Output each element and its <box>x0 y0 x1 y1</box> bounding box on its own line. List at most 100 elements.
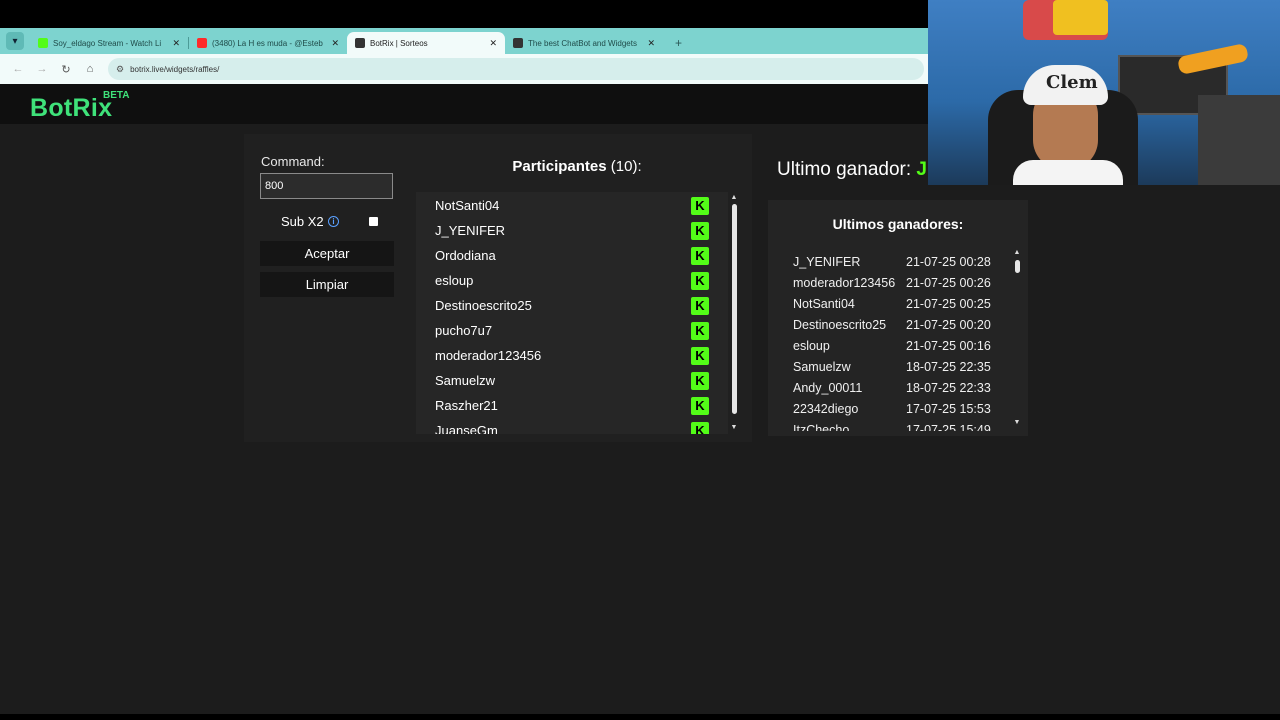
participants-title-text: Participantes <box>512 158 607 175</box>
winner-date: 17-07-25 15:49 <box>906 422 991 432</box>
winner-row: 22342diego 17-07-25 15:53 <box>793 398 1005 419</box>
winner-date: 21-07-25 00:25 <box>906 296 991 311</box>
browser-tab[interactable]: BotRix | Sorteos ✕ <box>347 32 505 54</box>
participant-row: esloup K <box>416 268 728 293</box>
scroll-down-arrow-icon[interactable]: ▼ <box>730 424 738 431</box>
winner-date: 17-07-25 15:53 <box>906 401 991 416</box>
beta-badge: BETA <box>103 90 130 101</box>
winners-scrollbar[interactable]: ▲ ▼ <box>1013 249 1021 431</box>
winner-name: Andy_00011 <box>793 380 863 395</box>
winner-row: esloup 21-07-25 00:16 <box>793 335 1005 356</box>
app-header: BotRix BETA <box>0 84 928 124</box>
last-winner-label: Ultimo ganador: <box>777 159 912 180</box>
tab-close-icon[interactable]: ✕ <box>331 38 339 49</box>
participants-scrollbar[interactable]: ▲ ▼ <box>730 194 738 434</box>
winners-list[interactable]: J_YENIFER 21-07-25 00:28 moderador123456 21… <box>793 251 1005 432</box>
participant-name: Ordodiana <box>435 248 496 263</box>
winners-scroll-up-arrow-icon[interactable]: ▲ <box>1013 249 1021 256</box>
participants-list[interactable]: NotSanti04 K J_YENIFER K Ordodiana Kesloup K De… <box>416 192 728 434</box>
winner-date: 21-07-25 00:28 <box>906 254 991 269</box>
winner-name: esloup <box>793 338 830 353</box>
participant-row: Ordodiana K <box>416 243 728 268</box>
participant-name: Raszher21 <box>435 398 498 413</box>
webcam-overlay: Clem <box>928 0 1280 185</box>
webcam-poster-yellow <box>1053 0 1108 35</box>
browser-tab[interactable]: (3480) La H es muda - @Esteb ✕ <box>189 32 347 54</box>
participant-row: JuanseGm K <box>416 418 728 434</box>
tab-search-chevron-icon[interactable]: ▾ <box>6 32 24 50</box>
browser-tab[interactable]: The best ChatBot and Widgets ✕ <box>505 32 663 54</box>
winner-name: moderador123456 <box>793 275 896 290</box>
browser-tab[interactable]: Soy_eldago Stream - Watch Li ✕ <box>30 32 188 54</box>
tab-label: The best ChatBot and Widgets <box>528 38 637 48</box>
participant-name: Destinoescrito25 <box>435 298 532 313</box>
winner-name: NotSanti04 <box>793 296 855 311</box>
accept-button[interactable]: Aceptar <box>260 241 394 266</box>
participant-name: JuanseGm <box>435 423 498 434</box>
last-winner-name: J <box>916 159 927 180</box>
bottom-strip <box>0 714 1280 720</box>
winner-date: 21-07-25 00:20 <box>906 317 991 332</box>
scroll-up-arrow-icon[interactable]: ▲ <box>730 194 738 201</box>
winners-scroll-thumb[interactable] <box>1015 260 1020 273</box>
home-icon[interactable]: ⌂ <box>80 59 100 79</box>
winner-date: 18-07-25 22:35 <box>906 359 991 374</box>
kick-platform-icon: K <box>691 196 709 215</box>
kick-platform-icon: K <box>691 321 709 340</box>
tab-label: Soy_eldago Stream - Watch Li <box>53 38 162 48</box>
clear-button[interactable]: Limpiar <box>260 272 394 297</box>
botrix-logo[interactable]: BotRix <box>30 94 112 123</box>
tab-close-icon[interactable]: ✕ <box>647 38 655 49</box>
winner-row: J_YENIFER 21-07-25 00:28 <box>793 251 1005 272</box>
url-input[interactable]: ⚙ botrix.live/widgets/raffles/ <box>108 58 924 80</box>
kick-platform-icon: K <box>691 246 709 265</box>
forward-arrow-icon[interactable]: → <box>32 59 52 79</box>
winner-name: 22342diego <box>793 401 859 416</box>
winner-row: Andy_00011 18-07-25 22:33 <box>793 377 1005 398</box>
participants-count: (10): <box>610 158 642 175</box>
participant-row: J_YENIFER K <box>416 218 728 243</box>
winner-name: Samuelzw <box>793 359 851 374</box>
kick-platform-icon: K <box>691 221 709 240</box>
kick-platform-icon: K <box>691 271 709 290</box>
winner-date: 21-07-25 00:16 <box>906 338 991 353</box>
new-tab-button[interactable]: + <box>675 36 682 50</box>
participant-row: moderador123456 K <box>416 343 728 368</box>
kick-platform-icon: K <box>691 396 709 415</box>
participant-row: Samuelzw K <box>416 368 728 393</box>
info-icon[interactable]: i <box>328 216 339 227</box>
participant-row: pucho7u7 K <box>416 318 728 343</box>
participant-row: Destinoescrito25 K <box>416 293 728 318</box>
winner-row: NotSanti04 21-07-25 00:25 <box>793 293 1005 314</box>
winner-row: moderador123456 21-07-25 00:26 <box>793 272 1005 293</box>
tab-close-icon[interactable]: ✕ <box>172 38 180 49</box>
last-winner: Ultimo ganador: J <box>777 159 927 181</box>
webcam-cap-logo: Clem <box>1046 72 1098 93</box>
kick-platform-icon: K <box>691 371 709 390</box>
participant-name: moderador123456 <box>435 348 542 363</box>
winner-date: 21-07-25 00:26 <box>906 275 991 290</box>
reload-icon[interactable]: ↻ <box>56 59 76 79</box>
tab-favicon-icon <box>355 38 365 48</box>
participant-row: Raszher21 K <box>416 393 728 418</box>
kick-platform-icon: K <box>691 296 709 315</box>
tab-favicon-icon <box>513 38 523 48</box>
webcam-desk <box>1198 95 1280 185</box>
participant-name: Samuelzw <box>435 373 495 388</box>
participants-title: Participantes (10): <box>416 158 738 175</box>
winners-title: Ultimos ganadores: <box>832 216 964 232</box>
tab-favicon-icon <box>38 38 48 48</box>
participants-scroll-thumb[interactable] <box>732 204 737 414</box>
sub-x2-label: Sub X2 <box>281 214 324 229</box>
participant-name: NotSanti04 <box>435 198 500 213</box>
winners-scroll-down-arrow-icon[interactable]: ▼ <box>1013 419 1021 426</box>
tab-strip: ▾ Soy_eldago Stream - Watch Li ✕ (3480) La… <box>0 28 928 54</box>
url-text: botrix.live/widgets/raffles/ <box>130 64 220 74</box>
webcam-streamer-shirt <box>1013 160 1123 185</box>
winner-name: ItzChecho <box>793 422 850 432</box>
back-arrow-icon[interactable]: ← <box>8 59 28 79</box>
sub-x2-checkbox[interactable] <box>369 217 378 226</box>
tab-close-icon[interactable]: ✕ <box>489 38 497 49</box>
site-info-icon[interactable]: ⚙ <box>116 64 124 75</box>
command-input[interactable] <box>260 173 393 199</box>
